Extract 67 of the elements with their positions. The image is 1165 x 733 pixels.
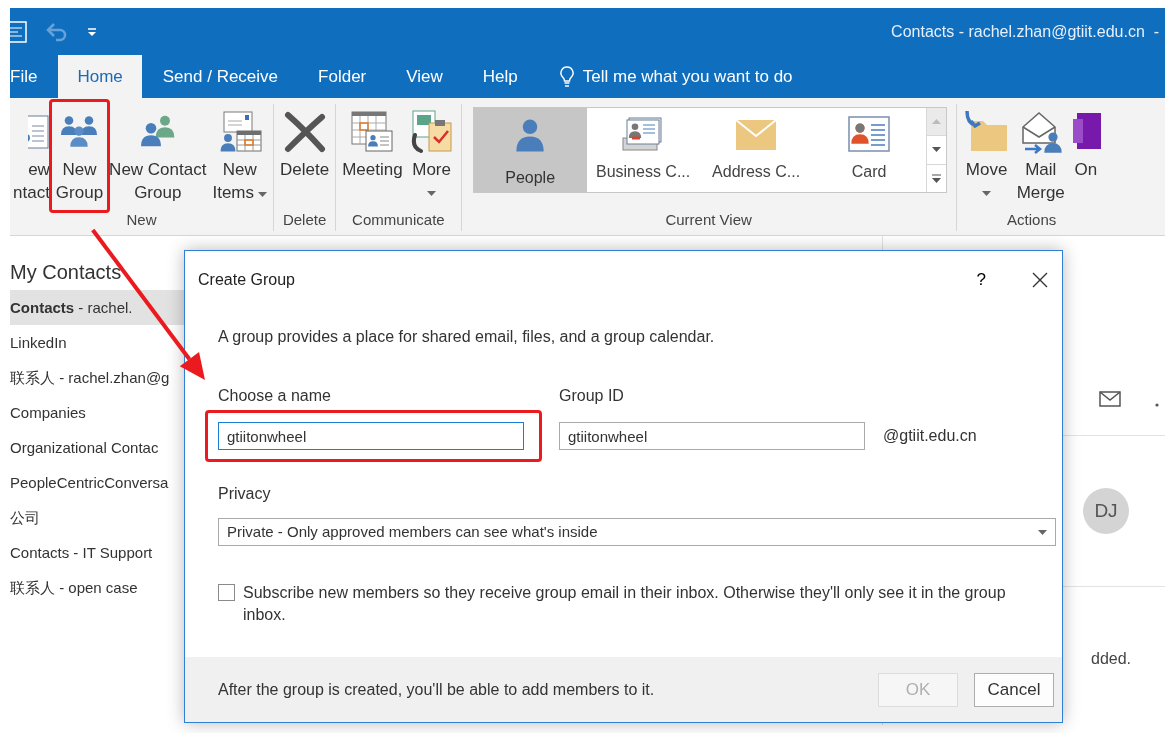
avatar: DJ <box>1083 488 1129 534</box>
more-icon[interactable] <box>1155 403 1159 407</box>
expand-icon <box>931 173 941 183</box>
view-option[interactable]: Address C... <box>699 108 813 192</box>
folder-item[interactable]: Contacts - IT Support <box>10 535 185 570</box>
field-label: Privacy <box>218 484 272 504</box>
view-option[interactable]: People <box>473 108 587 192</box>
folder-item[interactable]: PeopleCentricConversa <box>10 465 185 500</box>
description-text: A group provides a place for shared email, files, and a group calendar. <box>218 327 716 347</box>
ribbon-tab[interactable]: Help <box>463 55 537 98</box>
view-option[interactable]: Business C... <box>586 108 700 192</box>
folder-item[interactable]: Contacts - rachel. <box>10 290 185 325</box>
tell-me-search[interactable]: Tell me what you want to do <box>582 63 793 90</box>
contact-card-icon <box>27 112 50 152</box>
caret-icon <box>1038 529 1047 535</box>
form-icon[interactable] <box>10 19 28 44</box>
checkbox[interactable] <box>218 584 235 601</box>
view-option[interactable]: Card <box>812 108 926 192</box>
envelope-icon[interactable] <box>1099 391 1121 407</box>
dialog-title: Create Group <box>198 270 295 290</box>
ribbon-tab[interactable]: View <box>387 55 462 98</box>
ribbon-button[interactable]: New Items <box>209 104 270 205</box>
window-title: Contacts - rachel.zhan@gtiit.edu.cn - <box>891 21 1160 42</box>
ribbon-button[interactable]: On <box>1067 104 1104 181</box>
ribbon-tab[interactable]: Folder <box>299 55 386 98</box>
domain-text: @gtiit.edu.cn <box>883 426 977 446</box>
lightbulb-icon <box>558 64 575 89</box>
ribbon-button[interactable]: Meeting <box>339 104 406 181</box>
ribbon-tab[interactable]: Home <box>58 55 142 98</box>
scroll-down-icon <box>931 147 941 153</box>
note-text: dded. <box>1091 650 1132 667</box>
ribbon-tab[interactable]: File <box>10 55 57 98</box>
ribbon-button[interactable]: Mail Merge <box>1013 104 1068 204</box>
ribbon-group-label: New <box>125 210 158 230</box>
ribbon-group-label: Delete <box>281 210 328 230</box>
ribbon-group-label: Communicate <box>351 210 446 230</box>
checkbox-label: Subscribe new members so they receive group email in their inbox. Otherwise they'll only see it in the group inbox. <box>243 583 1007 625</box>
folder-item[interactable]: 联系人 - rachel.zhan@g <box>10 360 185 395</box>
footer-note: After the group is created, you'll be able to add members to it. <box>218 679 655 700</box>
close-button[interactable] <box>1032 272 1048 288</box>
ribbon-group-label: Current View <box>664 210 753 230</box>
ribbon-tab[interactable]: Send / Receive <box>143 55 298 98</box>
folder-item[interactable]: LinkedIn <box>10 325 185 360</box>
privacy-dropdown[interactable]: Private - Only approved members can see what's inside <box>218 518 1056 546</box>
contact-card-icon <box>846 114 893 154</box>
help-button[interactable]: ? <box>976 267 986 293</box>
field-label: Group ID <box>559 386 625 406</box>
folder-item[interactable]: 公司 <box>10 500 185 535</box>
folder-item[interactable]: Companies <box>10 395 185 430</box>
folder-item[interactable]: 联系人 - open case <box>10 570 185 605</box>
pane-heading: My Contacts <box>10 260 123 285</box>
folder-item[interactable]: Organizational Contac <box>10 430 185 465</box>
customize-icon[interactable] <box>86 25 98 38</box>
field-label: Choose a name <box>218 386 332 406</box>
ribbon-button[interactable]: Delete <box>277 104 333 181</box>
group-id-field[interactable]: gtiitonwheel <box>559 422 865 450</box>
ribbon-button[interactable]: New Contact Group <box>106 104 210 204</box>
ribbon-button[interactable]: Move <box>959 104 1014 204</box>
ribbon-group-label: Actions <box>1006 210 1058 230</box>
ribbon-button[interactable]: More <box>405 104 458 204</box>
close-icon <box>1032 272 1048 288</box>
ribbon-button[interactable]: ew ntact <box>13 104 53 204</box>
name-field[interactable]: gtiitonwheel <box>218 422 524 450</box>
calendar-icon <box>349 109 396 155</box>
dialog-button[interactable]: Cancel <box>974 672 1054 707</box>
ribbon-button[interactable]: New Group <box>52 104 107 204</box>
scroll-up-icon <box>931 119 941 125</box>
